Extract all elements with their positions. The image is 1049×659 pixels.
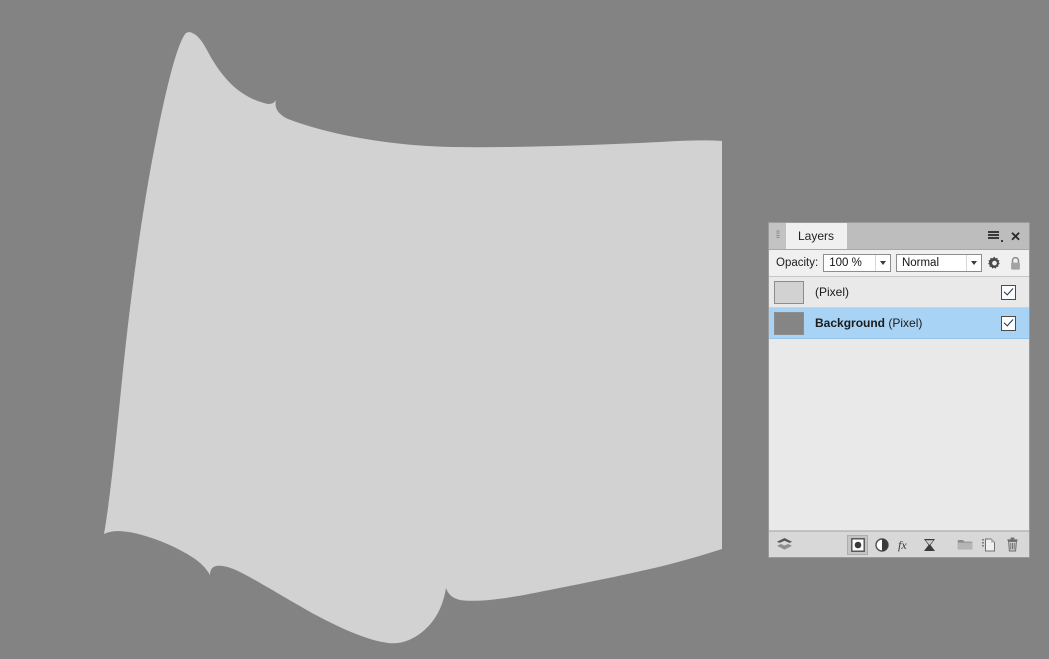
- panel-menu-icon[interactable]: [988, 230, 1004, 242]
- tab-layers[interactable]: Layers: [786, 223, 848, 249]
- layer-name: (Pixel): [815, 285, 1001, 299]
- layer-thumbnail[interactable]: [774, 280, 804, 304]
- toolbar-group-right: [954, 535, 1023, 555]
- trash-icon[interactable]: [1002, 535, 1023, 555]
- toolbar-group-left: fx: [847, 534, 940, 555]
- layer-thumbnail[interactable]: [774, 311, 804, 335]
- layer-title: Background: [815, 316, 886, 330]
- mask-icon[interactable]: [847, 534, 868, 555]
- layer-name: Background (Pixel): [815, 316, 1001, 330]
- panel-grip-glyph: ⁞⁞: [775, 230, 780, 241]
- panel-tabbar: ⁞⁞ Layers ✕: [769, 223, 1029, 250]
- tabbar-spacer: [847, 223, 988, 249]
- layers-panel: ⁞⁞ Layers ✕ Opacity: 100 % Normal (Pixel…: [768, 222, 1030, 558]
- new-layer-icon[interactable]: [978, 535, 999, 555]
- panel-drag-grip[interactable]: ⁞⁞: [769, 223, 786, 249]
- opacity-label: Opacity:: [776, 257, 819, 269]
- panel-options-row: Opacity: 100 % Normal: [769, 250, 1029, 277]
- layer-visibility-checkbox[interactable]: [1001, 315, 1016, 331]
- fx-icon[interactable]: fx: [895, 535, 916, 555]
- blend-mode-select[interactable]: Normal: [895, 254, 982, 272]
- layers-stack-icon[interactable]: [774, 535, 795, 555]
- lock-icon[interactable]: [1007, 255, 1023, 272]
- panel-bottom-toolbar: fx: [769, 531, 1029, 557]
- opacity-input[interactable]: 100 %: [823, 254, 891, 272]
- svg-text:fx: fx: [898, 538, 907, 552]
- opacity-dropdown-chevron-down-icon[interactable]: [874, 255, 890, 271]
- blend-mode-chevron-down-icon[interactable]: [965, 255, 981, 271]
- layer-list: (Pixel) Background (Pixel): [769, 277, 1029, 531]
- layer-kind: (Pixel): [888, 316, 923, 330]
- adjustment-icon[interactable]: [871, 535, 892, 555]
- tabbar-buttons: ✕: [988, 223, 1029, 249]
- close-icon[interactable]: ✕: [1010, 230, 1021, 243]
- filter-icon[interactable]: [919, 535, 940, 555]
- tab-layers-label: Layers: [798, 229, 835, 243]
- table-row[interactable]: Background (Pixel): [769, 308, 1029, 339]
- application-window: ⁞⁞ Layers ✕ Opacity: 100 % Normal (Pixel…: [0, 0, 1049, 659]
- gear-icon[interactable]: [987, 255, 1003, 272]
- folder-icon[interactable]: [954, 535, 975, 555]
- layer-kind: (Pixel): [815, 285, 850, 299]
- blend-mode-value: Normal: [901, 257, 939, 269]
- table-row[interactable]: (Pixel): [769, 277, 1029, 308]
- opacity-value: 100 %: [829, 257, 862, 269]
- layer-visibility-checkbox[interactable]: [1001, 284, 1016, 300]
